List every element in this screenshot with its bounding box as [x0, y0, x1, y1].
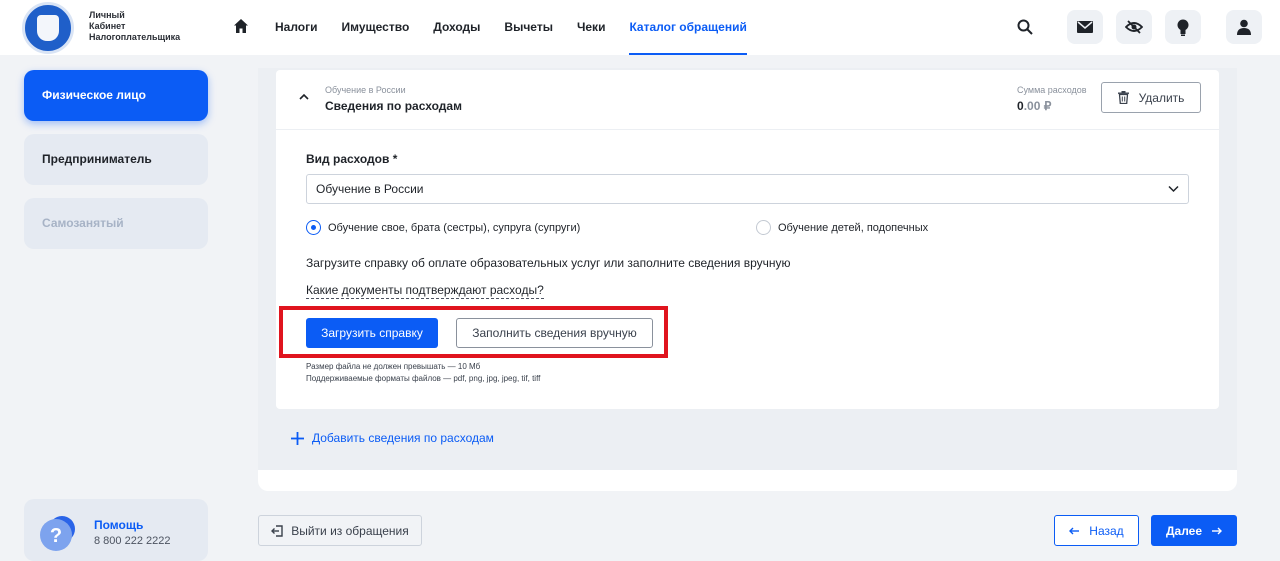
top-header: Личный Кабинет Налогоплательщика Налоги …: [0, 0, 1280, 55]
chevron-down-icon: [1168, 185, 1179, 193]
svg-text:?: ?: [50, 525, 62, 547]
expense-sum-label: Сумма расходов: [1017, 85, 1087, 95]
visually-impaired-button[interactable]: [1116, 10, 1152, 44]
upload-instruction: Загрузите справку об оплате образователь…: [306, 256, 791, 270]
mail-icon: [1077, 21, 1093, 33]
expense-card: Обучение в России Сведения по расходам С…: [276, 70, 1219, 409]
expense-card-header: Обучение в России Сведения по расходам С…: [276, 70, 1219, 130]
sum-integer: 0: [1017, 99, 1024, 113]
arrow-left-icon: [1069, 527, 1080, 534]
exit-icon: [271, 524, 283, 537]
help-widget[interactable]: ? Помощь 8 800 222 2222: [24, 499, 208, 561]
main-nav: Налоги Имущество Доходы Вычеты Чеки Ката…: [275, 0, 771, 55]
radio-children-education-label: Обучение детей, подопечных: [778, 221, 929, 234]
nav-taxes[interactable]: Налоги: [275, 0, 318, 55]
help-question-icon: ?: [40, 516, 75, 551]
next-label: Далее: [1165, 523, 1203, 538]
logo-line-1: Личный: [89, 10, 125, 20]
home-icon[interactable]: [233, 18, 249, 34]
help-phone: 8 800 222 2222: [94, 535, 171, 547]
profile-button[interactable]: [1226, 10, 1262, 44]
sidebar-item-individual[interactable]: Физическое лицо: [24, 70, 208, 121]
tips-button[interactable]: [1165, 10, 1201, 44]
nav-property[interactable]: Имущество: [342, 0, 410, 55]
eye-off-icon: [1125, 20, 1143, 34]
add-expense-label: Добавить сведения по расходам: [312, 431, 494, 445]
user-icon: [1237, 19, 1251, 35]
exit-appeal-label: Выйти из обращения: [291, 523, 409, 538]
plus-icon: [291, 431, 304, 445]
sidebar-item-self-employed[interactable]: Самозанятый: [24, 198, 208, 249]
logo-line-2: Кабинет: [89, 21, 126, 31]
back-label: Назад: [1089, 523, 1124, 538]
main-panel-footer: [258, 470, 1237, 491]
chevron-up-icon[interactable]: [298, 92, 310, 102]
nav-deductions[interactable]: Вычеты: [504, 0, 553, 55]
search-button[interactable]: [1007, 10, 1043, 44]
expense-sum-value: 0.00 ₽: [1017, 99, 1051, 113]
radio-children-education-indicator[interactable]: [756, 220, 771, 235]
delete-label: Удалить: [1138, 90, 1185, 105]
delete-button[interactable]: Удалить: [1101, 82, 1201, 113]
nav-income[interactable]: Доходы: [433, 0, 480, 55]
file-formats-note: Поддерживаемые форматы файлов — pdf, png…: [306, 374, 541, 383]
nav-receipts[interactable]: Чеки: [577, 0, 606, 55]
help-title: Помощь: [94, 518, 144, 532]
logo-caption: Личный Кабинет Налогоплательщика: [89, 10, 180, 43]
fill-manually-button[interactable]: Заполнить сведения вручную: [456, 318, 653, 348]
expense-type-value: Обучение в России: [316, 182, 424, 196]
file-size-note: Размер файла не должен превышать — 10 Мб: [306, 362, 481, 371]
which-documents-link[interactable]: Какие документы подтверждают расходы?: [306, 283, 544, 299]
radio-children-education[interactable]: Обучение детей, подопечных: [756, 220, 928, 235]
radio-own-education[interactable]: Обучение свое, брата (сестры), супруга (…: [306, 220, 580, 235]
radio-own-education-indicator[interactable]: [306, 220, 321, 235]
expense-type-label: Вид расходов *: [306, 152, 398, 166]
nav-appeals-catalog[interactable]: Каталог обращений: [629, 0, 748, 55]
trash-icon: [1117, 91, 1129, 104]
exit-appeal-button[interactable]: Выйти из обращения: [258, 515, 422, 546]
expense-type-select[interactable]: Обучение в России: [306, 174, 1189, 204]
messages-button[interactable]: [1067, 10, 1103, 44]
sidebar-item-entrepreneur[interactable]: Предприниматель: [24, 134, 208, 185]
logo-line-3: Налогоплательщика: [89, 32, 181, 42]
search-icon: [1017, 19, 1033, 35]
add-expense-link[interactable]: Добавить сведения по расходам: [291, 431, 494, 445]
next-button[interactable]: Далее: [1151, 515, 1237, 546]
expense-category-label: Обучение в России: [325, 85, 406, 95]
upload-certificate-button[interactable]: Загрузить справку: [306, 318, 438, 348]
lightbulb-icon: [1177, 19, 1189, 36]
arrow-right-icon: [1212, 527, 1223, 534]
fns-logo[interactable]: [22, 2, 74, 54]
radio-own-education-label: Обучение свое, брата (сестры), супруга (…: [328, 221, 581, 234]
back-button[interactable]: Назад: [1054, 515, 1139, 546]
expense-card-title: Сведения по расходам: [325, 99, 462, 113]
sum-decimal: .00 ₽: [1023, 99, 1052, 113]
